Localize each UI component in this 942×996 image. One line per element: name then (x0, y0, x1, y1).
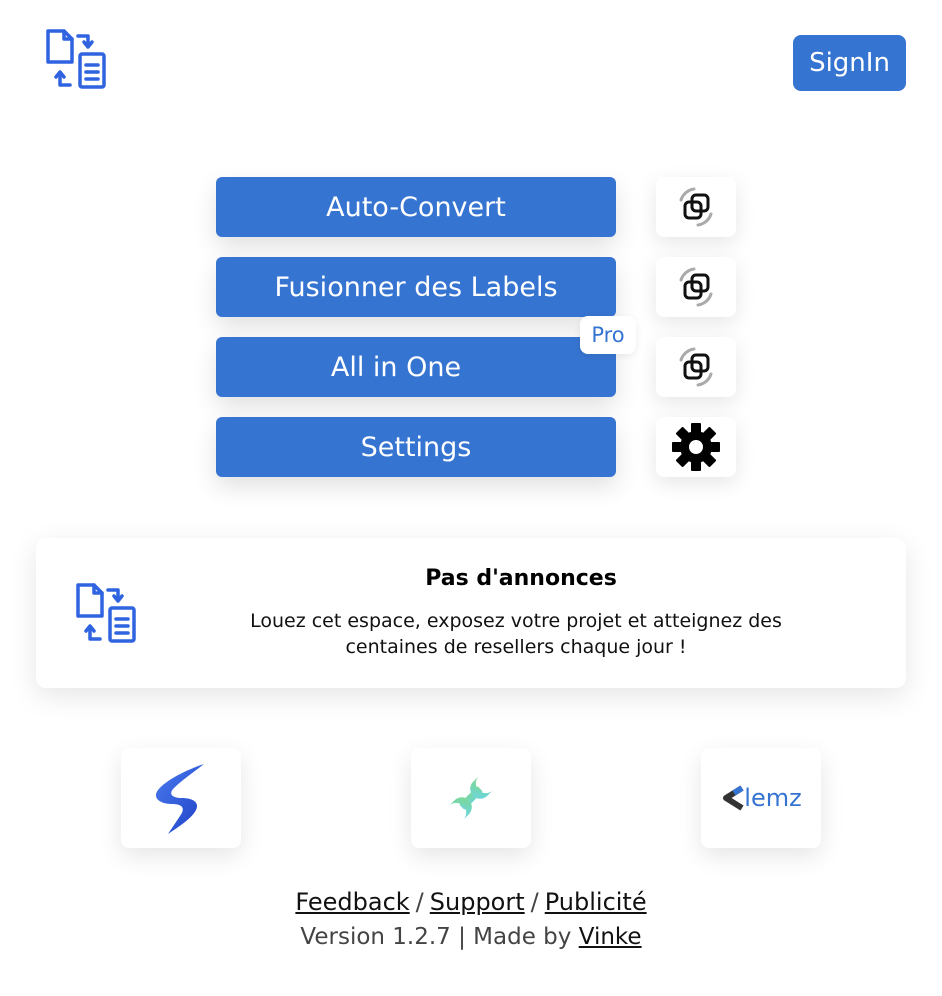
auto-convert-sync-button[interactable] (656, 177, 736, 237)
merge-labels-button[interactable]: Fusionner des Labels (216, 257, 616, 317)
sync-copy-icon (679, 267, 713, 307)
settings-button[interactable]: Settings (216, 417, 616, 477)
partner-tile-clemz[interactable]: lemz (701, 748, 821, 848)
feedback-link[interactable]: Feedback (295, 888, 409, 916)
ad-description: Louez cet espace, exposez votre projet e… (250, 610, 782, 658)
app-logo-icon (46, 29, 106, 89)
clemz-logo-icon: lemz (720, 784, 802, 812)
settings-label: Settings (360, 431, 472, 463)
pro-badge: Pro (580, 316, 636, 354)
link-separator: / (415, 888, 424, 916)
signin-button[interactable]: SignIn (793, 35, 906, 91)
wrench-icon (449, 776, 493, 820)
partner-tile-s[interactable] (121, 748, 241, 848)
sync-copy-icon (679, 347, 713, 387)
clemz-logo-text: lemz (744, 784, 802, 812)
auto-convert-button[interactable]: Auto-Convert (216, 177, 616, 237)
support-link[interactable]: Support (430, 888, 525, 916)
blue-s-logo-icon (155, 764, 204, 834)
settings-gear-button[interactable] (656, 417, 736, 477)
ad-title: Pas d'annonces (425, 566, 617, 591)
gear-icon (672, 423, 720, 471)
merge-labels-label: Fusionner des Labels (274, 271, 558, 303)
advertising-link[interactable]: Publicité (545, 888, 647, 916)
version-line: Version 1.2.7 | Made by Vinke (0, 924, 942, 950)
app-logo-icon (76, 583, 136, 643)
all-in-one-label: All in One (330, 351, 462, 383)
all-in-one-sync-button[interactable] (656, 337, 736, 397)
sync-copy-icon (679, 187, 713, 227)
footer-links: Feedback / Support / Publicité (0, 888, 942, 916)
ad-banner[interactable]: Pas d'annonces Louez cet espace, exposez… (36, 538, 906, 688)
merge-labels-sync-button[interactable] (656, 257, 736, 317)
link-separator: / (530, 888, 539, 916)
auto-convert-label: Auto-Convert (326, 191, 506, 223)
version-text: Version 1.2.7 | Made by (300, 924, 572, 950)
author-link[interactable]: Vinke (579, 924, 642, 950)
all-in-one-button[interactable]: All in One (216, 337, 616, 397)
partner-tile-wrench[interactable] (411, 748, 531, 848)
